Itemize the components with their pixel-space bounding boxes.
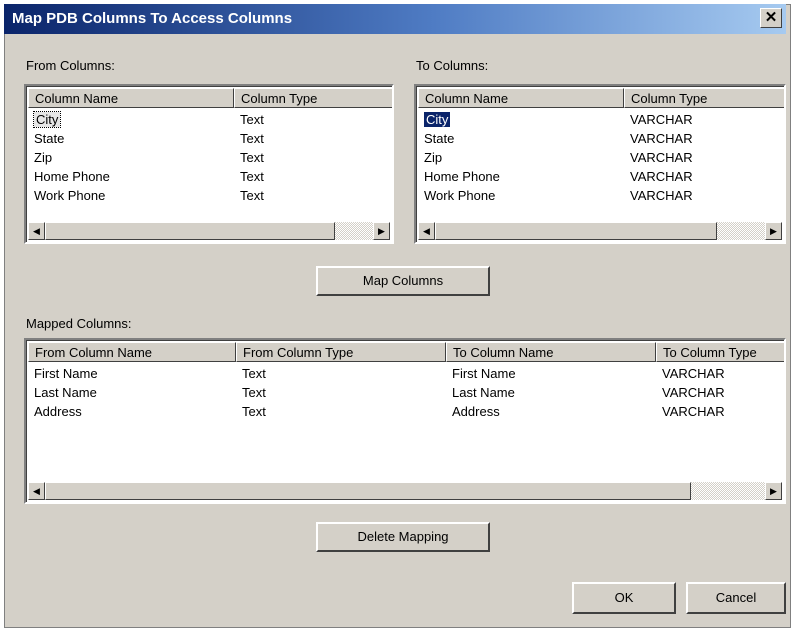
scroll-track[interactable] bbox=[717, 222, 765, 240]
row-column-type: Text bbox=[240, 131, 264, 146]
table-row[interactable]: First Name Text First Name VARCHAR bbox=[28, 364, 784, 383]
cell-from-column-type: Text bbox=[242, 385, 266, 400]
title-bar[interactable]: Map PDB Columns To Access Columns ✕ bbox=[4, 4, 786, 34]
row-column-name: City bbox=[422, 111, 452, 128]
mapped-columns-label: Mapped Columns: bbox=[26, 316, 132, 331]
horizontal-scrollbar[interactable]: ◀ ▶ bbox=[418, 222, 782, 240]
horizontal-scrollbar[interactable]: ◀ ▶ bbox=[28, 482, 782, 500]
close-button[interactable]: ✕ bbox=[760, 8, 782, 28]
cancel-button[interactable]: Cancel bbox=[686, 582, 786, 614]
mapped-columns-list[interactable]: From Column Name From Column Type To Col… bbox=[24, 338, 786, 504]
scroll-right-icon[interactable]: ▶ bbox=[765, 482, 782, 500]
scroll-track[interactable] bbox=[691, 482, 765, 500]
scroll-right-icon[interactable]: ▶ bbox=[373, 222, 390, 240]
to-columns-header: Column Name Column Type bbox=[418, 88, 784, 108]
list-item[interactable]: Zip VARCHAR bbox=[418, 148, 784, 167]
table-row[interactable]: Address Text Address VARCHAR bbox=[28, 402, 784, 421]
cell-to-column-type: VARCHAR bbox=[662, 385, 725, 400]
to-columns-label: To Columns: bbox=[416, 58, 489, 73]
cell-to-column-type: VARCHAR bbox=[662, 404, 725, 419]
list-item[interactable]: State VARCHAR bbox=[418, 129, 784, 148]
cell-to-column-name: First Name bbox=[452, 366, 516, 381]
row-column-type: VARCHAR bbox=[630, 112, 693, 127]
scroll-track[interactable] bbox=[335, 222, 373, 240]
row-column-name: State bbox=[424, 131, 455, 146]
list-item[interactable]: City Text bbox=[28, 110, 392, 129]
row-column-type: Text bbox=[240, 150, 264, 165]
scroll-left-icon[interactable]: ◀ bbox=[28, 222, 45, 240]
header-column-name[interactable]: Column Name bbox=[418, 88, 624, 108]
from-columns-list[interactable]: Column Name Column Type City Text State Te… bbox=[24, 84, 394, 244]
header-from-column-name[interactable]: From Column Name bbox=[28, 342, 236, 362]
row-column-name: Work Phone bbox=[34, 188, 106, 203]
cell-from-column-type: Text bbox=[242, 404, 266, 419]
cell-from-column-name: Last Name bbox=[34, 385, 97, 400]
list-item[interactable]: Home Phone Text bbox=[28, 167, 392, 186]
list-item[interactable]: Work Phone VARCHAR bbox=[418, 186, 784, 205]
row-column-name: City bbox=[32, 111, 62, 128]
list-item[interactable]: Zip Text bbox=[28, 148, 392, 167]
from-columns-label: From Columns: bbox=[26, 58, 115, 73]
scroll-left-icon[interactable]: ◀ bbox=[28, 482, 45, 500]
row-column-type: VARCHAR bbox=[630, 169, 693, 184]
table-row[interactable]: Last Name Text Last Name VARCHAR bbox=[28, 383, 784, 402]
row-column-name: Home Phone bbox=[424, 169, 500, 184]
scroll-thumb[interactable] bbox=[45, 482, 691, 500]
row-column-type: Text bbox=[240, 188, 264, 203]
row-column-type: VARCHAR bbox=[630, 188, 693, 203]
cell-from-column-name: First Name bbox=[34, 366, 98, 381]
scroll-right-icon[interactable]: ▶ bbox=[765, 222, 782, 240]
list-item[interactable]: Home Phone VARCHAR bbox=[418, 167, 784, 186]
row-column-name: Work Phone bbox=[424, 188, 496, 203]
header-column-name[interactable]: Column Name bbox=[28, 88, 234, 108]
cell-to-column-name: Last Name bbox=[452, 385, 515, 400]
header-from-column-type[interactable]: From Column Type bbox=[236, 342, 446, 362]
row-column-name: State bbox=[34, 131, 65, 146]
scroll-thumb[interactable] bbox=[435, 222, 717, 240]
ok-button[interactable]: OK bbox=[572, 582, 676, 614]
cell-from-column-name: Address bbox=[34, 404, 82, 419]
to-columns-list[interactable]: Column Name Column Type City VARCHAR Stat… bbox=[414, 84, 786, 244]
list-item[interactable]: City VARCHAR bbox=[418, 110, 784, 129]
row-column-type: Text bbox=[240, 169, 264, 184]
row-column-type: VARCHAR bbox=[630, 150, 693, 165]
row-column-type: VARCHAR bbox=[630, 131, 693, 146]
delete-mapping-button[interactable]: Delete Mapping bbox=[316, 522, 490, 552]
scroll-thumb[interactable] bbox=[45, 222, 335, 240]
scroll-left-icon[interactable]: ◀ bbox=[418, 222, 435, 240]
cell-from-column-type: Text bbox=[242, 366, 266, 381]
list-item[interactable]: Work Phone Text bbox=[28, 186, 392, 205]
row-column-name: Zip bbox=[424, 150, 443, 165]
window-title: Map PDB Columns To Access Columns bbox=[12, 10, 293, 27]
header-to-column-type[interactable]: To Column Type bbox=[656, 342, 784, 362]
header-column-type[interactable]: Column Type bbox=[234, 88, 392, 108]
map-columns-button[interactable]: Map Columns bbox=[316, 266, 490, 296]
row-column-name: Zip bbox=[34, 150, 53, 165]
header-column-type[interactable]: Column Type bbox=[624, 88, 784, 108]
row-column-name: Home Phone bbox=[34, 169, 110, 184]
cell-to-column-name: Address bbox=[452, 404, 500, 419]
mapped-columns-header: From Column Name From Column Type To Col… bbox=[28, 342, 784, 362]
from-columns-header: Column Name Column Type bbox=[28, 88, 392, 108]
row-column-type: Text bbox=[240, 112, 264, 127]
list-item[interactable]: State Text bbox=[28, 129, 392, 148]
header-to-column-name[interactable]: To Column Name bbox=[446, 342, 656, 362]
cell-to-column-type: VARCHAR bbox=[662, 366, 725, 381]
horizontal-scrollbar[interactable]: ◀ ▶ bbox=[28, 222, 390, 240]
